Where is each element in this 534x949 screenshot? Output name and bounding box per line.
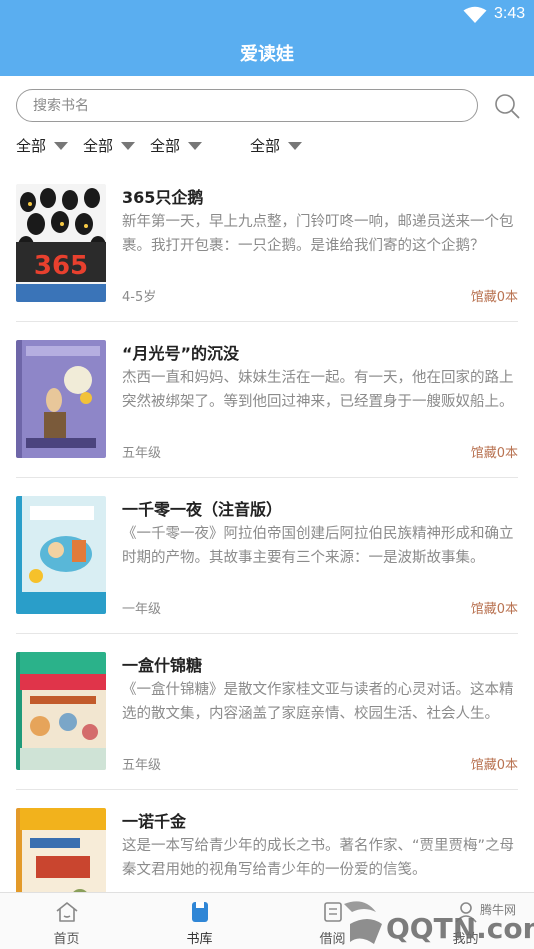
book-description: 《一盒什锦糖》是散文作家桂文亚与读者的心灵对话。这本精选的散文集，内容涵盖了家庭… <box>122 682 514 722</box>
book-title: 一盒什锦糖 <box>122 656 203 675</box>
book-cover <box>16 340 106 458</box>
search-input[interactable] <box>16 89 478 122</box>
tab-label: 书库 <box>186 932 213 947</box>
filter-label: 全部 <box>83 137 114 155</box>
filter-dropdown-1[interactable]: 全部 <box>16 135 69 156</box>
book-grade: 4-5岁 <box>122 290 157 305</box>
filter-label: 全部 <box>150 137 181 155</box>
book-cover <box>16 496 106 614</box>
dropdown-arrow-icon <box>288 141 303 150</box>
dropdown-arrow-icon <box>121 141 136 150</box>
filter-dropdown-2[interactable]: 全部 <box>83 135 136 156</box>
book-stock: 馆藏0本 <box>470 290 518 305</box>
book-stock: 馆藏0本 <box>470 446 518 461</box>
book-title: 一诺千金 <box>122 812 187 831</box>
book-description: 《一千零一夜》阿拉伯帝国创建后阿拉伯民族精神形成和确立时期的产物。其故事主要有三… <box>122 526 514 566</box>
search-bar <box>0 76 534 132</box>
dropdown-arrow-icon <box>188 141 203 150</box>
book-cover: 365 <box>16 184 106 302</box>
filter-label: 全部 <box>250 137 281 155</box>
filter-label: 全部 <box>16 137 47 155</box>
watermark-subtext: 腾牛网 <box>480 902 516 917</box>
status-bar: 3:43 <box>0 0 534 28</box>
cover-number: 365 <box>34 251 88 281</box>
book-title: 365只企鹅 <box>122 188 204 207</box>
tab-label: 首页 <box>53 932 80 947</box>
filter-dropdown-4[interactable]: 全部 <box>250 135 303 156</box>
watermark-logo: QQTN.com 腾牛网 <box>344 901 534 945</box>
book-item[interactable]: 365 365只企鹅 新年第一天，早上九点整，门铃叮咚一响，邮递员送来一个包裹。… <box>16 166 518 322</box>
wifi-icon <box>463 6 487 23</box>
book-grade: 一年级 <box>122 602 162 617</box>
home-icon <box>56 902 78 922</box>
tab-library[interactable]: 书库 <box>133 893 266 949</box>
status-time: 3:43 <box>494 5 526 22</box>
book-title: “月光号”的沉没 <box>122 344 240 363</box>
filter-dropdown-3[interactable]: 全部 <box>150 135 203 156</box>
book-grade: 五年级 <box>122 446 162 461</box>
app-bar: 爱读娃 <box>0 28 534 76</box>
tab-home[interactable]: 首页 <box>0 893 133 949</box>
library-icon <box>192 902 208 922</box>
book-item[interactable]: 一盒什锦糖 《一盒什锦糖》是散文作家桂文亚与读者的心灵对话。这本精选的散文集，内… <box>16 634 518 790</box>
book-description: 新年第一天，早上九点整，门铃叮咚一响，邮递员送来一个包裹。我打开包裹：一只企鹅。… <box>122 214 514 254</box>
dropdown-arrow-icon <box>54 141 69 150</box>
book-description: 杰西一直和妈妈、妹妹生活在一起。有一天，他在回家的路上突然被绑架了。等到他回过神… <box>122 370 514 410</box>
book-item[interactable]: “月光号”的沉没 杰西一直和妈妈、妹妹生活在一起。有一天，他在回家的路上突然被绑… <box>16 322 518 478</box>
book-grade: 五年级 <box>122 758 162 773</box>
search-icon[interactable] <box>494 93 520 119</box>
page-title: 爱读娃 <box>240 44 294 65</box>
book-cover <box>16 652 106 770</box>
book-stock: 馆藏0本 <box>470 758 518 773</box>
book-description: 这是一本写给青少年的成长之书。著名作家、“贾里贾梅”之母秦文君用她的视角写给青少… <box>122 838 515 878</box>
book-title: 一千零一夜（注音版） <box>122 500 283 519</box>
filter-bar: 全部 全部 全部 全部 <box>0 132 534 162</box>
book-item[interactable]: 一千零一夜（注音版） 《一千零一夜》阿拉伯帝国创建后阿拉伯民族精神形成和确立时期… <box>16 478 518 634</box>
book-stock: 馆藏0本 <box>470 602 518 617</box>
